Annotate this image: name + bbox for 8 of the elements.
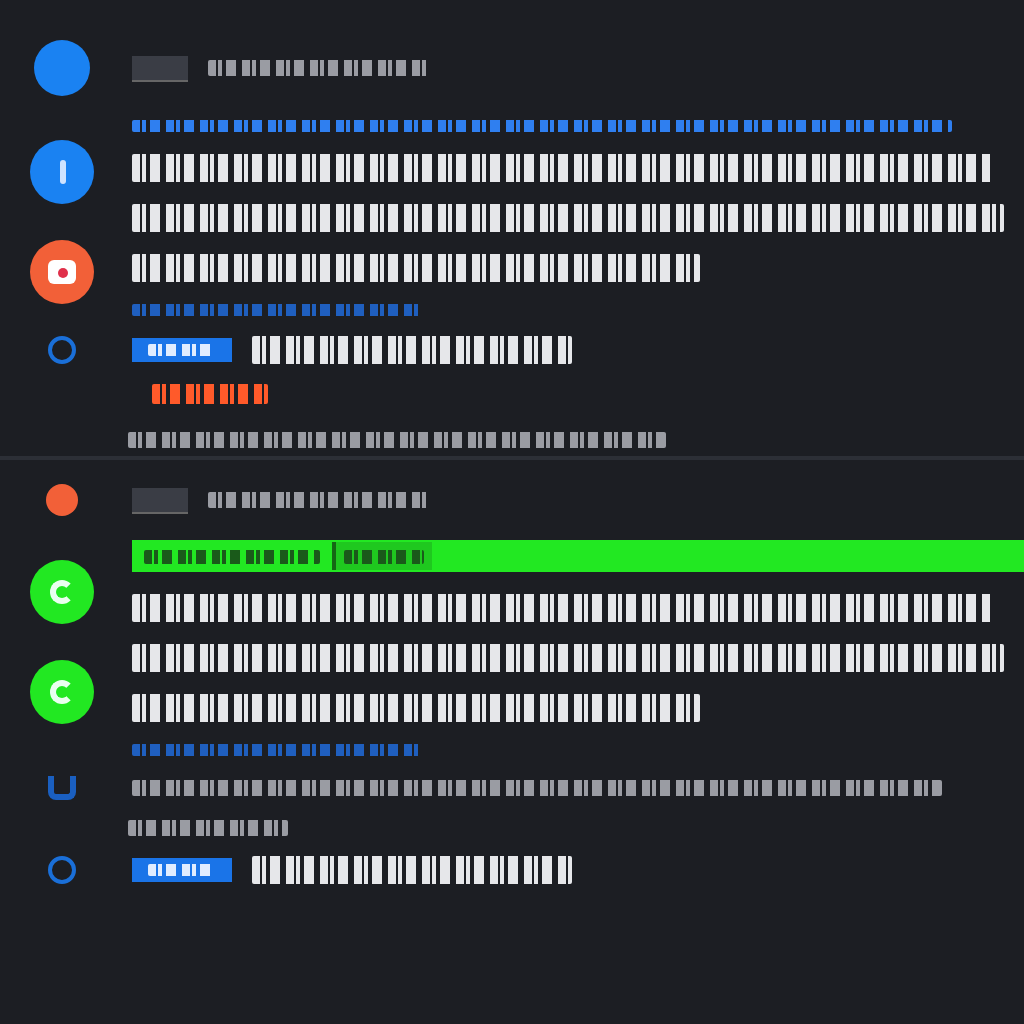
illegible-text — [152, 384, 268, 404]
ring-icon — [48, 336, 76, 364]
username-box — [132, 55, 188, 81]
ring-icon — [48, 856, 76, 884]
tag-badge — [132, 338, 232, 362]
username-box — [132, 487, 188, 513]
cup-icon — [48, 776, 76, 800]
tag-badge — [132, 858, 232, 882]
